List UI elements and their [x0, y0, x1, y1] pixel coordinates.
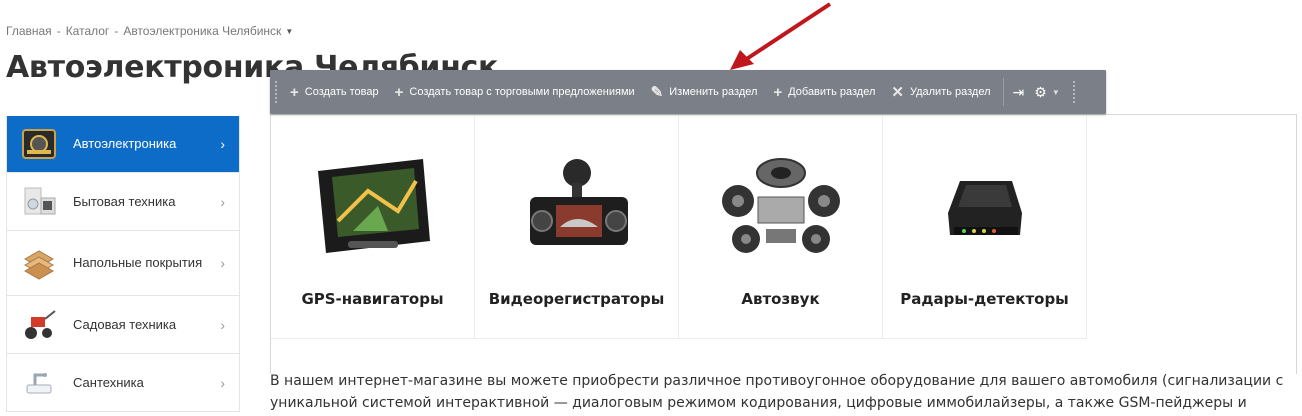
chevron-right-icon: › — [220, 136, 225, 152]
category-tile-car-audio[interactable]: Автозвук — [679, 116, 883, 339]
drag-handle-icon[interactable] — [270, 70, 282, 114]
flooring-icon — [21, 245, 57, 281]
category-tile-dashcams[interactable]: Видеорегистраторы — [475, 116, 679, 339]
category-name: GPS-навигаторы — [301, 290, 444, 308]
sidebar-item-flooring[interactable]: Напольные покрытия › — [7, 231, 239, 296]
sidebar-item-label: Садовая техника — [73, 316, 177, 332]
car-audio-image — [679, 146, 882, 266]
admin-section-toolbar: + Создать товар + Создать товар с торгов… — [270, 70, 1106, 114]
create-product-button[interactable]: + Создать товар — [282, 70, 387, 114]
breadcrumb-home[interactable]: Главная — [6, 24, 52, 38]
plus-icon: + — [773, 83, 783, 101]
drag-handle-icon[interactable] — [1068, 70, 1080, 114]
category-name: Радары-детекторы — [900, 290, 1069, 308]
breadcrumb: Главная - Каталог - Автоэлектроника Челя… — [6, 24, 293, 38]
breadcrumb-current[interactable]: Автоэлектроника Челябинск — [123, 24, 281, 38]
add-section-label: Добавить раздел — [788, 86, 876, 98]
sidebar-item-label: Автоэлектроника — [73, 136, 177, 151]
create-product-offers-button[interactable]: + Создать товар с торговыми предложениям… — [387, 70, 643, 114]
plus-icon: + — [290, 83, 299, 101]
garden-tiller-icon — [21, 307, 57, 343]
annotation-arrow-icon — [730, 2, 832, 70]
chevron-right-icon: › — [220, 374, 225, 391]
caret-down-icon[interactable]: ▼ — [1052, 88, 1060, 97]
chevron-right-icon: › — [220, 193, 225, 210]
sidebar: Автоэлектроника › Бытовая техника › Напо… — [6, 116, 240, 412]
create-product-label: Создать товар — [304, 86, 379, 98]
caret-down-icon[interactable]: ▼ — [285, 27, 293, 36]
dashcam-image — [475, 146, 678, 266]
category-tile-gps[interactable]: GPS-навигаторы — [271, 116, 475, 339]
delete-section-label: Удалить раздел — [909, 86, 991, 98]
sidebar-item-label: Бытовая техника — [73, 193, 176, 209]
chevron-right-icon: › — [220, 316, 225, 333]
edit-section-label: Изменить раздел — [669, 86, 758, 98]
sidebar-item-plumbing[interactable]: Сантехника › — [7, 354, 239, 412]
sidebar-item-garden[interactable]: Садовая техника › — [7, 296, 239, 354]
breadcrumb-catalog[interactable]: Каталог — [66, 24, 110, 38]
category-tile-radar-detectors[interactable]: Радары-детекторы — [883, 116, 1087, 339]
sidebar-item-label: Сантехника — [73, 374, 144, 390]
gps-navigator-image — [271, 146, 474, 266]
chevron-right-icon: › — [220, 255, 225, 271]
appliances-icon — [21, 184, 57, 220]
plumbing-icon — [21, 365, 57, 401]
pin-icon[interactable]: ⇥ — [1008, 84, 1030, 101]
sidebar-item-appliances[interactable]: Бытовая техника › — [7, 173, 239, 231]
section-description: В нашем интернет-магазине вы можете прио… — [270, 373, 1284, 411]
breadcrumb-separator: - — [114, 24, 119, 38]
plus-icon: + — [394, 83, 404, 101]
edit-section-button[interactable]: ✎ Изменить раздел — [643, 70, 766, 114]
delete-section-button[interactable]: ✕ Удалить раздел — [883, 70, 998, 114]
create-product-offers-label: Создать товар с торговыми предложениями — [409, 86, 635, 98]
radar-detector-image — [883, 146, 1086, 266]
gear-icon[interactable]: ⚙ — [1029, 84, 1052, 101]
sidebar-item-auto-electronics[interactable]: Автоэлектроника › — [7, 116, 239, 173]
category-name: Автозвук — [741, 290, 820, 308]
category-name: Видеорегистраторы — [488, 290, 665, 308]
pencil-icon: ✎ — [650, 84, 664, 101]
close-icon: ✕ — [891, 84, 904, 101]
car-stereo-icon — [21, 126, 57, 162]
breadcrumb-separator: - — [56, 24, 61, 38]
toolbar-divider — [1002, 78, 1004, 106]
sidebar-item-label: Напольные покрытия — [73, 255, 203, 270]
add-section-button[interactable]: + Добавить раздел — [765, 70, 883, 114]
